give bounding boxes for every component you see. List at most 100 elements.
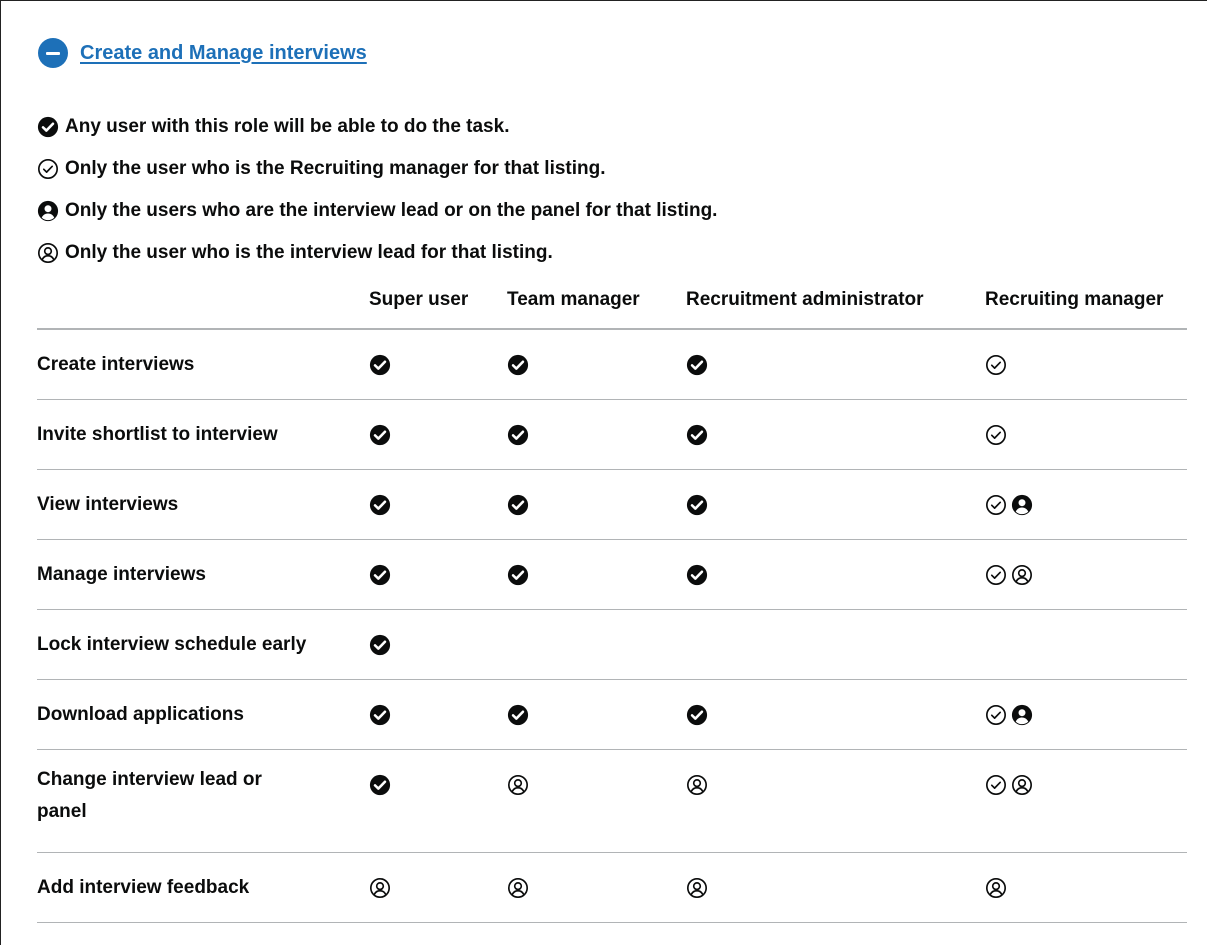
permission-cell-recruiting-manager: [985, 399, 1187, 470]
user-circle-outline-icon: [507, 774, 529, 796]
permission-cell-recruitment-administrator: [686, 469, 985, 540]
user-circle-outline-icon: [1011, 564, 1033, 586]
user-circle-outline-icon: [37, 242, 59, 264]
permission-cell-super-user: [369, 679, 507, 750]
check-circle-solid-icon: [507, 424, 529, 446]
check-circle-outline-icon: [985, 494, 1007, 516]
user-circle-solid-icon: [1011, 704, 1033, 726]
legend-item: Only the user who is the Recruiting mana…: [37, 148, 717, 190]
permission-cell-recruiting-manager: [985, 469, 1187, 540]
column-header-team-manager: Team manager: [507, 272, 686, 330]
check-circle-solid-icon: [369, 704, 391, 726]
user-circle-outline-icon: [369, 877, 391, 899]
user-circle-outline-icon: [1011, 774, 1033, 796]
permission-cell-recruiting-manager: [985, 539, 1187, 610]
legend-item: Any user with this role will be able to …: [37, 106, 717, 148]
user-circle-outline-icon: [507, 877, 529, 899]
column-header-super-user: Super user: [369, 272, 507, 330]
legend-text: Only the user who is the interview lead …: [65, 242, 553, 263]
task-name-cell: Add interview feedback: [37, 852, 369, 923]
table-row: Lock interview schedule early: [37, 609, 1187, 680]
check-circle-solid-icon: [369, 564, 391, 586]
column-header-recruitment-administrator: Recruitment administrator: [686, 272, 985, 330]
table-row: Invite shortlist to interview: [37, 399, 1187, 470]
legend-item: Only the user who is the interview lead …: [37, 232, 717, 274]
permission-cell-team-manager: [507, 469, 686, 540]
permission-cell-team-manager: [507, 539, 686, 610]
permission-cell-recruitment-administrator: [686, 609, 985, 680]
legend-text: Only the user who is the Recruiting mana…: [65, 158, 606, 179]
check-circle-solid-icon: [507, 704, 529, 726]
check-circle-solid-icon: [686, 564, 708, 586]
check-circle-solid-icon: [369, 494, 391, 516]
task-name-cell: Lock interview schedule early: [37, 609, 369, 680]
permission-cell-recruiting-manager: [985, 609, 1187, 680]
check-circle-solid-icon: [686, 424, 708, 446]
permission-cell-team-manager: [507, 399, 686, 470]
permission-cell-recruiting-manager: [985, 852, 1187, 923]
permission-cell-recruitment-administrator: [686, 399, 985, 470]
check-circle-solid-icon: [369, 424, 391, 446]
check-circle-solid-icon: [37, 116, 59, 138]
user-circle-outline-icon: [985, 877, 1007, 899]
column-header-task: [37, 272, 369, 330]
check-circle-outline-icon: [985, 424, 1007, 446]
permission-cell-super-user: [369, 469, 507, 540]
check-circle-solid-icon: [507, 494, 529, 516]
task-name-cell: View interviews: [37, 469, 369, 540]
check-circle-solid-icon: [369, 774, 391, 796]
permission-cell-recruiting-manager: [985, 749, 1187, 853]
accordion-title-link[interactable]: Create and Manage interviews: [80, 42, 367, 65]
permission-cell-recruiting-manager: [985, 329, 1187, 400]
permission-cell-recruiting-manager: [985, 679, 1187, 750]
permission-cell-super-user: [369, 609, 507, 680]
task-name-cell: Invite shortlist to interview: [37, 399, 369, 470]
table-row: Add interview feedback: [37, 852, 1187, 923]
check-circle-outline-icon: [985, 704, 1007, 726]
permission-cell-super-user: [369, 749, 507, 853]
task-name-cell: Download applications: [37, 679, 369, 750]
permissions-table: Super user Team manager Recruitment admi…: [37, 272, 1187, 923]
check-circle-outline-icon: [985, 354, 1007, 376]
permission-cell-recruitment-administrator: [686, 329, 985, 400]
legend-text: Any user with this role will be able to …: [65, 116, 510, 137]
table-row: Create interviews: [37, 329, 1187, 400]
check-circle-solid-icon: [369, 354, 391, 376]
check-circle-solid-icon: [686, 354, 708, 376]
permission-cell-recruitment-administrator: [686, 749, 985, 853]
legend: Any user with this role will be able to …: [37, 106, 717, 274]
user-circle-solid-icon: [1011, 494, 1033, 516]
check-circle-solid-icon: [686, 494, 708, 516]
minus-circle-icon[interactable]: [38, 38, 68, 68]
user-circle-outline-icon: [686, 774, 708, 796]
legend-text: Only the users who are the interview lea…: [65, 200, 718, 221]
task-name-cell: Manage interviews: [37, 539, 369, 610]
permission-cell-super-user: [369, 399, 507, 470]
permission-cell-team-manager: [507, 609, 686, 680]
table-header-row: Super user Team manager Recruitment admi…: [37, 272, 1187, 330]
check-circle-solid-icon: [507, 564, 529, 586]
column-header-recruiting-manager: Recruiting manager: [985, 272, 1187, 330]
permission-cell-super-user: [369, 852, 507, 923]
user-circle-solid-icon: [37, 200, 59, 222]
accordion-header[interactable]: Create and Manage interviews: [38, 38, 367, 68]
task-name-cell: Change interview lead or panel: [37, 749, 369, 853]
check-circle-outline-icon: [37, 158, 59, 180]
check-circle-outline-icon: [985, 774, 1007, 796]
permission-cell-team-manager: [507, 852, 686, 923]
user-circle-outline-icon: [686, 877, 708, 899]
permission-cell-super-user: [369, 329, 507, 400]
check-circle-solid-icon: [686, 704, 708, 726]
permission-cell-team-manager: [507, 749, 686, 853]
permission-cell-team-manager: [507, 679, 686, 750]
permission-cell-team-manager: [507, 329, 686, 400]
permission-cell-recruitment-administrator: [686, 679, 985, 750]
table-row: Download applications: [37, 679, 1187, 750]
check-circle-solid-icon: [507, 354, 529, 376]
permission-cell-recruitment-administrator: [686, 852, 985, 923]
permission-cell-super-user: [369, 539, 507, 610]
permission-cell-recruitment-administrator: [686, 539, 985, 610]
check-circle-outline-icon: [985, 564, 1007, 586]
table-row: Change interview lead or panel: [37, 749, 1187, 853]
table-row: View interviews: [37, 469, 1187, 540]
